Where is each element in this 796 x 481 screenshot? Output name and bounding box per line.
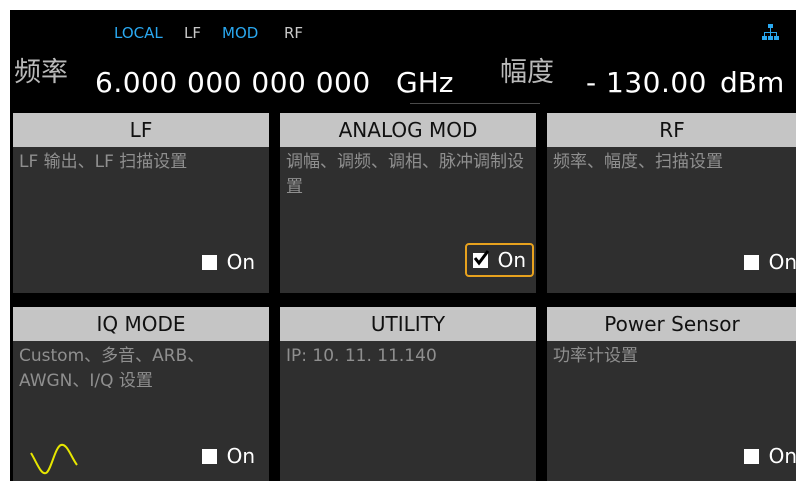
tile-analog-mod-desc: 调幅、调频、调相、脉冲调制设置 — [286, 152, 524, 197]
status-lf: LF — [184, 24, 201, 42]
power-sensor-on-label: On — [768, 444, 796, 468]
tile-analog-mod[interactable]: ANALOG MOD 调幅、调频、调相、脉冲调制设置 On — [280, 113, 536, 293]
status-rf: RF — [284, 24, 304, 42]
frequency-value[interactable]: 6.000 000 000 000 — [95, 66, 371, 99]
checkbox — [201, 254, 217, 270]
tile-iq-mode[interactable]: IQ MODE Custom、多音、ARB、AWGN、I/Q 设置 On — [13, 307, 269, 481]
checkbox — [743, 254, 759, 270]
lf-on-label: On — [226, 250, 255, 274]
rf-on-label: On — [768, 250, 796, 274]
sine-wave-icon — [30, 443, 78, 475]
tile-utility-title: UTILITY — [280, 307, 536, 341]
checkbox-checked — [472, 249, 489, 268]
tile-lf-desc: LF 输出、LF 扫描设置 — [19, 152, 188, 172]
analog-mod-on-toggle[interactable]: On — [464, 243, 534, 277]
tile-analog-mod-title: ANALOG MOD — [280, 113, 536, 147]
tile-rf-title: RF — [547, 113, 796, 147]
network-icon[interactable] — [762, 24, 779, 41]
tile-power-sensor-title: Power Sensor — [547, 307, 796, 341]
tile-lf[interactable]: LF LF 输出、LF 扫描设置 On — [13, 113, 269, 293]
frequency-unit: GHz — [396, 66, 454, 99]
amplitude-value[interactable]: - 130.00 — [586, 66, 707, 99]
amplitude-unit: dBm — [720, 66, 785, 99]
tile-rf-desc: 频率、幅度、扫描设置 — [553, 152, 723, 172]
analog-mod-on-label: On — [497, 248, 526, 272]
tile-utility-desc: IP: 10. 11. 11.140 — [286, 346, 437, 366]
power-sensor-on-toggle[interactable]: On — [738, 441, 796, 471]
rf-on-toggle[interactable]: On — [738, 247, 796, 277]
iq-mode-on-label: On — [226, 444, 255, 468]
status-local: LOCAL — [114, 24, 163, 42]
tile-utility[interactable]: UTILITY IP: 10. 11. 11.140 — [280, 307, 536, 481]
tile-power-sensor[interactable]: Power Sensor 功率计设置 On — [547, 307, 796, 481]
iq-mode-on-toggle[interactable]: On — [196, 441, 261, 471]
amplitude-label: 幅度 — [500, 57, 554, 88]
lf-on-toggle[interactable]: On — [196, 247, 261, 277]
tile-iq-mode-desc: Custom、多音、ARB、AWGN、I/Q 设置 — [19, 346, 205, 391]
tile-iq-mode-title: IQ MODE — [13, 307, 269, 341]
checkbox — [743, 448, 759, 464]
tile-lf-title: LF — [13, 113, 269, 147]
tile-power-sensor-desc: 功率计设置 — [553, 346, 638, 366]
checkbox — [201, 448, 217, 464]
frequency-label: 频率 — [14, 57, 68, 88]
tile-rf[interactable]: RF 频率、幅度、扫描设置 On — [547, 113, 796, 293]
instrument-screen: LOCAL LF MOD RF 频率 6.000 000 000 000 GHz… — [10, 10, 796, 481]
checkmark-icon — [473, 249, 489, 265]
status-mod: MOD — [222, 24, 259, 42]
header-divider — [410, 103, 540, 104]
